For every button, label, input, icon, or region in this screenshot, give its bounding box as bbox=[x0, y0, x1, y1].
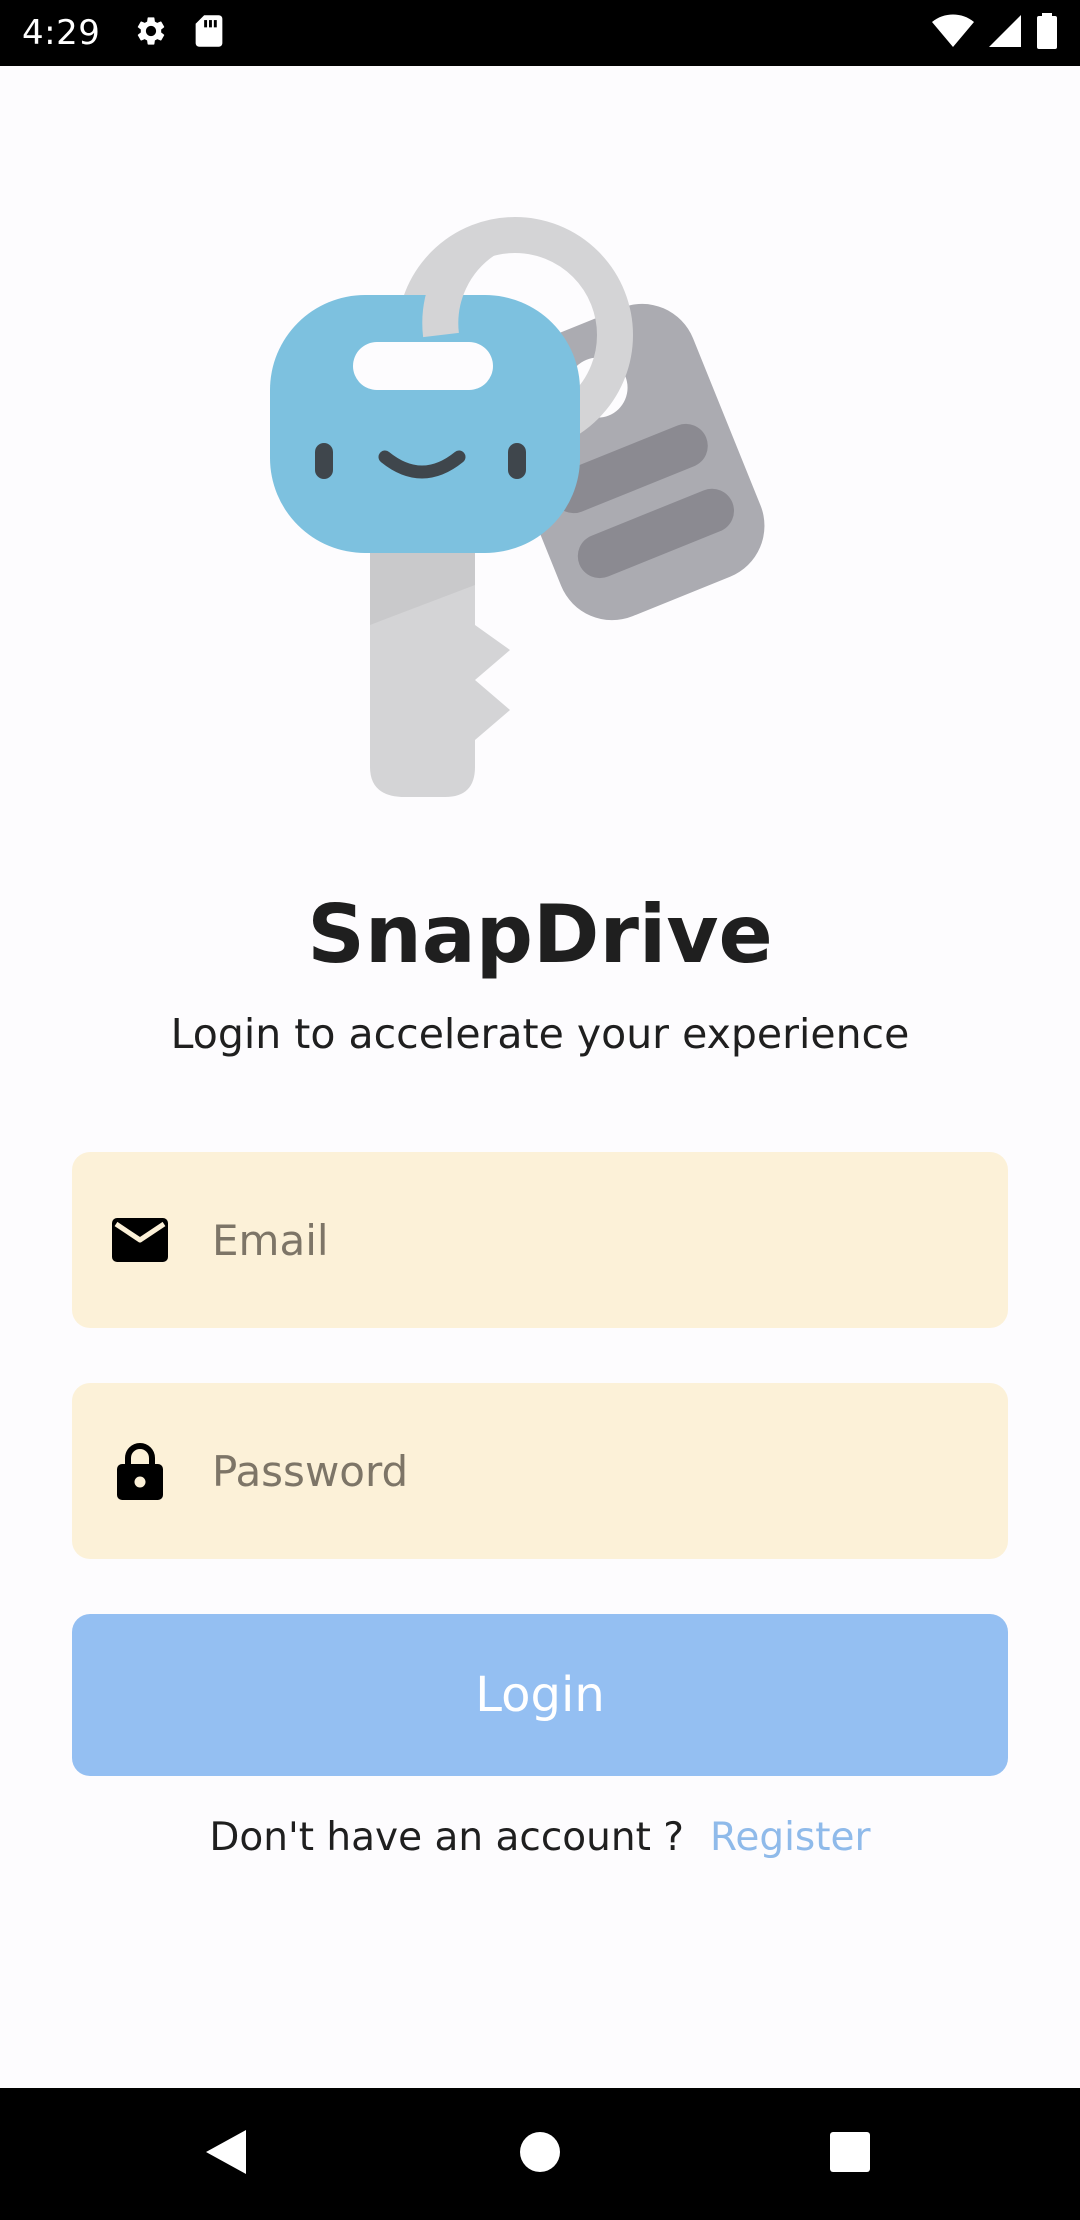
app-title: SnapDrive bbox=[307, 888, 773, 981]
status-time: 4:29 bbox=[22, 13, 101, 53]
gear-icon bbox=[134, 14, 168, 52]
recents-button[interactable] bbox=[784, 2088, 916, 2220]
email-input[interactable] bbox=[212, 1215, 972, 1265]
app-subtitle: Login to accelerate your experience bbox=[170, 1010, 910, 1058]
nav-bar bbox=[0, 2088, 1080, 2220]
register-row: Don't have an account ? Register bbox=[0, 1815, 1080, 1860]
password-input[interactable] bbox=[212, 1446, 972, 1496]
register-link[interactable]: Register bbox=[710, 1815, 871, 1860]
recents-icon bbox=[829, 2131, 871, 2177]
back-button[interactable] bbox=[160, 2088, 292, 2220]
login-screen: 4:29 SnapDrive Login to accelerate your … bbox=[0, 0, 1080, 2220]
status-right-icons bbox=[932, 13, 1058, 53]
keys-illustration bbox=[255, 195, 825, 805]
wifi-icon bbox=[932, 14, 974, 52]
mail-icon bbox=[110, 1210, 170, 1270]
register-prompt: Don't have an account ? bbox=[209, 1815, 684, 1860]
login-button[interactable]: Login bbox=[72, 1614, 1008, 1776]
sd-card-icon bbox=[194, 14, 224, 52]
email-field[interactable] bbox=[72, 1152, 1008, 1328]
back-icon bbox=[204, 2128, 248, 2180]
lock-icon bbox=[110, 1441, 170, 1501]
battery-icon bbox=[1036, 13, 1058, 53]
home-button[interactable] bbox=[474, 2088, 606, 2220]
home-icon bbox=[518, 2130, 562, 2178]
status-left-icons bbox=[134, 14, 224, 52]
password-field[interactable] bbox=[72, 1383, 1008, 1559]
cell-signal-icon bbox=[988, 14, 1022, 52]
status-bar: 4:29 bbox=[0, 0, 1080, 66]
